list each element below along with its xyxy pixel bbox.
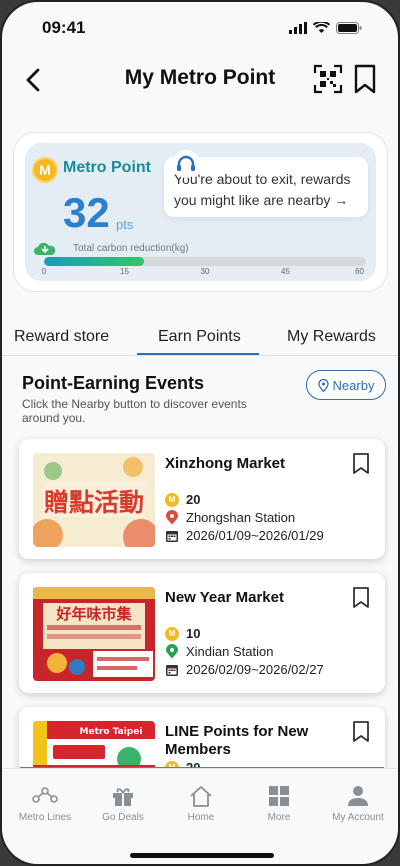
- section-title: Point-Earning Events: [22, 373, 205, 393]
- event-bookmark-icon[interactable]: [352, 587, 370, 609]
- points-unit: pts: [116, 217, 134, 232]
- event-points-row: M 20: [165, 492, 200, 507]
- tab-reward-store[interactable]: Reward store: [14, 328, 109, 346]
- wifi-icon: [313, 22, 330, 33]
- event-image-text: Metro Taipei: [80, 727, 143, 737]
- account-icon: [348, 786, 368, 806]
- signal-icon: [289, 22, 307, 34]
- event-image: 贈點活動: [33, 453, 155, 547]
- station-pin-icon: [166, 644, 178, 659]
- event-title: Xinzhong Market: [165, 455, 286, 472]
- nav-home[interactable]: Home: [161, 785, 241, 823]
- status-icons: [289, 22, 362, 34]
- event-station-row: Xindian Station: [165, 644, 273, 659]
- tick-label: 45: [281, 267, 290, 276]
- event-points: 20: [186, 492, 201, 507]
- event-image-art: 贈點活動: [33, 453, 155, 547]
- nav-more[interactable]: More: [239, 785, 319, 823]
- home-indicator: [130, 853, 274, 858]
- metro-lines-icon: [32, 787, 58, 803]
- event-station-row: Zhongshan Station: [165, 510, 295, 525]
- bottom-nav: Metro Lines Go Deals Home More My Accoun…: [2, 768, 398, 864]
- points-value: 32: [63, 189, 110, 236]
- bookmark-icon[interactable]: [352, 64, 378, 94]
- metro-point-panel: M Metro Point 32 pts You're about to exi…: [25, 143, 376, 281]
- metro-point-badge-icon: M: [32, 157, 58, 183]
- calendar-icon: [166, 664, 178, 676]
- nav-label: Home: [187, 812, 215, 823]
- carbon-progress-bar: [44, 257, 366, 266]
- event-points-row: M 10: [165, 626, 200, 641]
- back-arrow-icon[interactable]: [20, 66, 48, 94]
- event-image-text: 贈點活動: [44, 488, 144, 517]
- event-date-row: 2026/01/09~2026/01/29: [165, 528, 324, 543]
- event-bookmark-icon[interactable]: [352, 453, 370, 475]
- tick-label: 60: [355, 267, 364, 276]
- grid-icon: [269, 786, 289, 806]
- event-bookmark-icon[interactable]: [352, 721, 370, 743]
- tab-bar: Reward store Earn Points My Rewards: [2, 318, 398, 356]
- status-bar: 09:41: [2, 2, 398, 54]
- nearby-label: Nearby: [332, 377, 375, 393]
- coin-icon: M: [165, 626, 179, 641]
- carbon-label: Total carbon reduction(kg): [73, 243, 189, 254]
- event-dates: 2026/01/09~2026/01/29: [186, 528, 324, 543]
- coin-icon: M: [165, 492, 179, 507]
- event-station: Xindian Station: [186, 644, 274, 659]
- home-icon: [190, 786, 212, 807]
- status-time: 09:41: [42, 18, 86, 37]
- qr-code-icon[interactable]: [313, 64, 343, 94]
- event-station: Zhongshan Station: [186, 510, 296, 525]
- active-tab-indicator: [137, 353, 259, 355]
- section-description: Click the Nearby button to discover even…: [22, 397, 247, 425]
- metro-point-label: Metro Point: [63, 159, 151, 176]
- calendar-icon: [166, 530, 178, 542]
- gift-icon: [113, 788, 133, 806]
- event-card[interactable]: 贈點活動 Xinzhong Market M 20 Zhongshan Stat…: [19, 439, 385, 559]
- nav-label: More: [267, 812, 291, 823]
- headset-icon: [172, 150, 200, 178]
- tick-label: 15: [120, 267, 129, 276]
- event-card[interactable]: 好年味市集 New Year Market M 10 Xindian Stati…: [19, 573, 385, 693]
- event-image-art: 好年味市集: [33, 587, 155, 681]
- metro-point-card: M Metro Point 32 pts You're about to exi…: [13, 132, 388, 292]
- tick-label: 30: [200, 267, 210, 276]
- event-title: New Year Market: [165, 589, 284, 606]
- event-image-text: 好年味市集: [55, 605, 132, 623]
- nearby-button[interactable]: Nearby: [306, 370, 386, 400]
- nav-label: Go Deals: [102, 812, 144, 823]
- event-points: 10: [186, 626, 201, 641]
- nav-label: Metro Lines: [18, 812, 72, 823]
- nav-go-deals[interactable]: Go Deals: [83, 785, 163, 823]
- tab-earn-points[interactable]: Earn Points: [158, 328, 241, 346]
- event-image: 好年味市集: [33, 587, 155, 681]
- tab-my-rewards[interactable]: My Rewards: [287, 328, 376, 346]
- nav-my-account[interactable]: My Account: [318, 785, 398, 823]
- header: My Metro Point: [2, 54, 398, 106]
- station-pin-icon: [166, 510, 178, 525]
- carbon-cloud-icon: [34, 242, 56, 255]
- nav-metro-lines[interactable]: Metro Lines: [5, 785, 85, 823]
- tick-label: 0: [41, 267, 47, 276]
- battery-icon: [336, 22, 362, 34]
- carbon-ticks: 0 15 30 45 60: [41, 267, 366, 279]
- location-pin-icon: [317, 378, 329, 392]
- nav-label: My Account: [332, 812, 384, 823]
- carbon-progress-fill: [44, 257, 144, 266]
- event-date-row: 2026/02/09~2026/02/27: [165, 662, 324, 677]
- event-dates: 2026/02/09~2026/02/27: [186, 662, 324, 677]
- event-title: LINE Points for New Members: [165, 723, 309, 758]
- phone-screen: 09:41 My Metro Point M Metro Point 32 pt…: [0, 0, 400, 866]
